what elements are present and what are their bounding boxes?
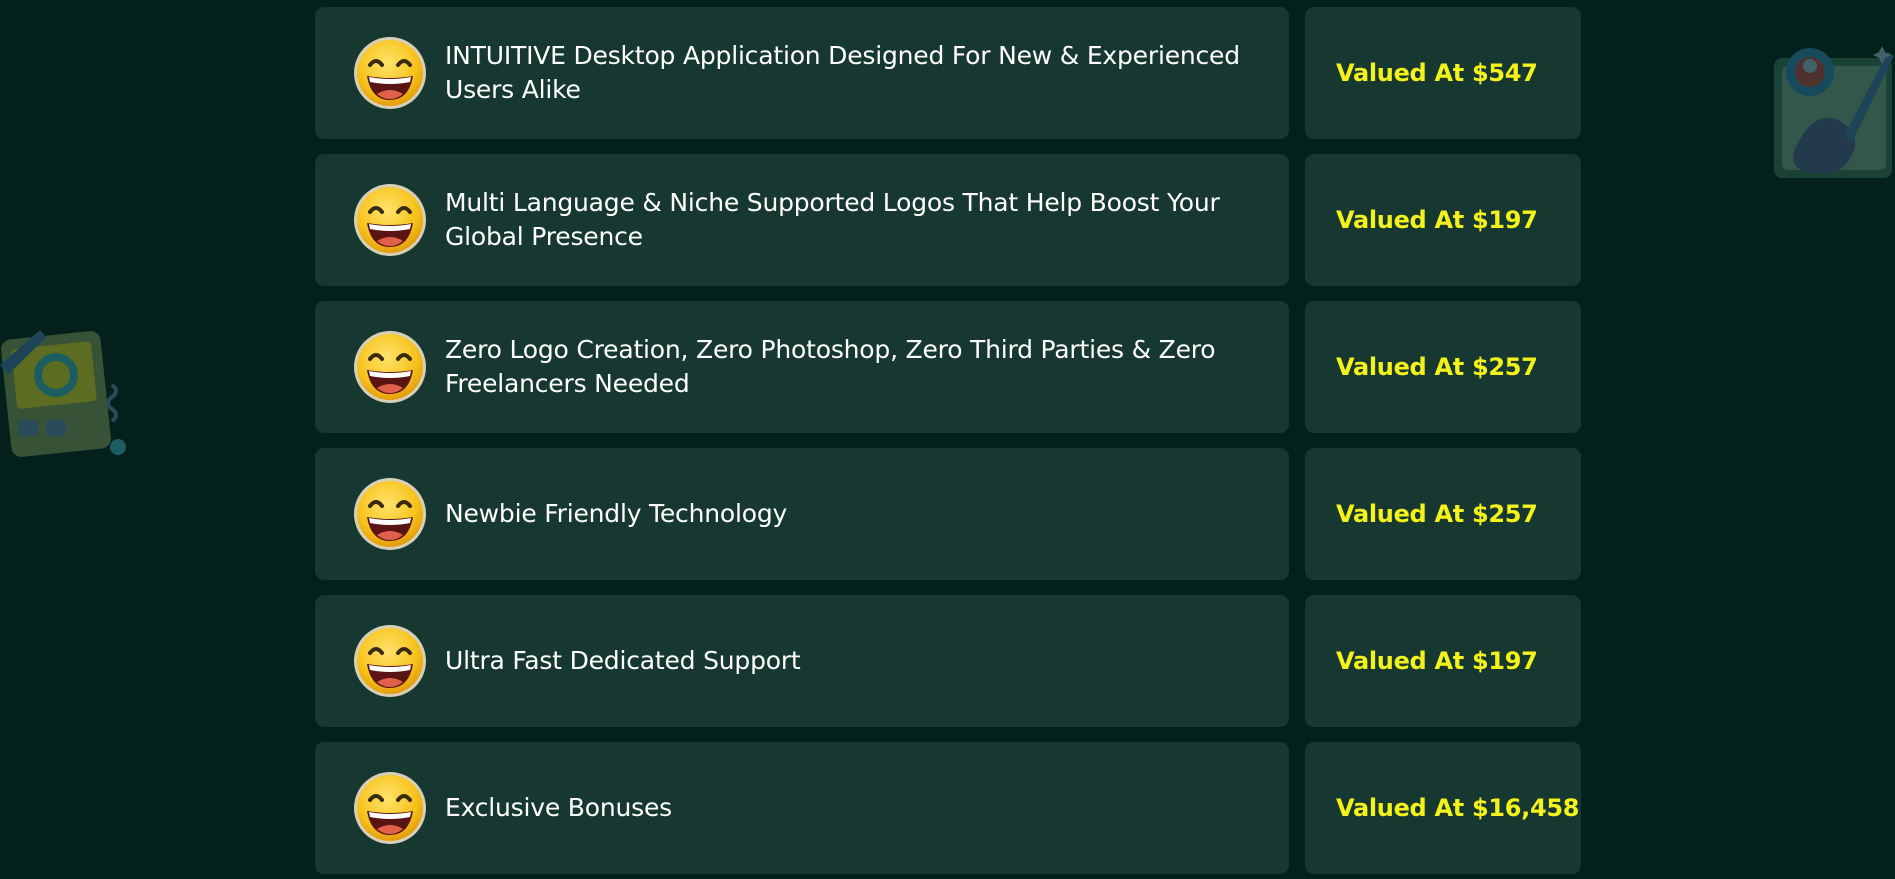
- value-label: Valued At $197: [1336, 647, 1538, 675]
- grinning-face-emoji-icon: [354, 625, 426, 697]
- feature-row: Exclusive Bonuses Valued At $16,458: [315, 742, 1581, 874]
- feature-label: Exclusive Bonuses: [445, 793, 672, 822]
- feature-value-list: INTUITIVE Desktop Application Designed F…: [315, 7, 1581, 879]
- feature-row: Ultra Fast Dedicated Support Valued At $…: [315, 595, 1581, 727]
- design-tablet-icon: [0, 330, 126, 457]
- feature-label: INTUITIVE Desktop Application Designed F…: [445, 41, 1240, 104]
- feature-card: Newbie Friendly Technology: [315, 448, 1289, 580]
- feature-label: Ultra Fast Dedicated Support: [445, 646, 801, 675]
- value-card: Valued At $197: [1305, 595, 1581, 727]
- page: INTUITIVE Desktop Application Designed F…: [0, 0, 1895, 879]
- value-label: Valued At $16,458: [1336, 794, 1580, 822]
- value-label: Valued At $547: [1336, 59, 1538, 87]
- feature-row: Multi Language & Niche Supported Logos T…: [315, 154, 1581, 286]
- feature-row: INTUITIVE Desktop Application Designed F…: [315, 7, 1581, 139]
- value-label: Valued At $257: [1336, 500, 1538, 528]
- feature-label: Zero Logo Creation, Zero Photoshop, Zero…: [445, 335, 1216, 398]
- value-card: Valued At $547: [1305, 7, 1581, 139]
- feature-row: Zero Logo Creation, Zero Photoshop, Zero…: [315, 301, 1581, 433]
- grinning-face-emoji-icon: [354, 184, 426, 256]
- value-card: Valued At $16,458: [1305, 742, 1581, 874]
- grinning-face-emoji-icon: [354, 772, 426, 844]
- grinning-face-emoji-icon: [354, 331, 426, 403]
- value-label: Valued At $197: [1336, 206, 1538, 234]
- feature-card: INTUITIVE Desktop Application Designed F…: [315, 7, 1289, 139]
- paint-palette-icon: [1774, 46, 1894, 178]
- feature-label: Newbie Friendly Technology: [445, 499, 788, 528]
- feature-card: Zero Logo Creation, Zero Photoshop, Zero…: [315, 301, 1289, 433]
- value-card: Valued At $257: [1305, 448, 1581, 580]
- feature-card: Ultra Fast Dedicated Support: [315, 595, 1289, 727]
- feature-label: Multi Language & Niche Supported Logos T…: [445, 188, 1220, 251]
- feature-card: Multi Language & Niche Supported Logos T…: [315, 154, 1289, 286]
- feature-card: Exclusive Bonuses: [315, 742, 1289, 874]
- value-card: Valued At $197: [1305, 154, 1581, 286]
- grinning-face-emoji-icon: [354, 478, 426, 550]
- feature-row: Newbie Friendly Technology Valued At $25…: [315, 448, 1581, 580]
- grinning-face-emoji-icon: [354, 37, 426, 109]
- value-card: Valued At $257: [1305, 301, 1581, 433]
- value-label: Valued At $257: [1336, 353, 1538, 381]
